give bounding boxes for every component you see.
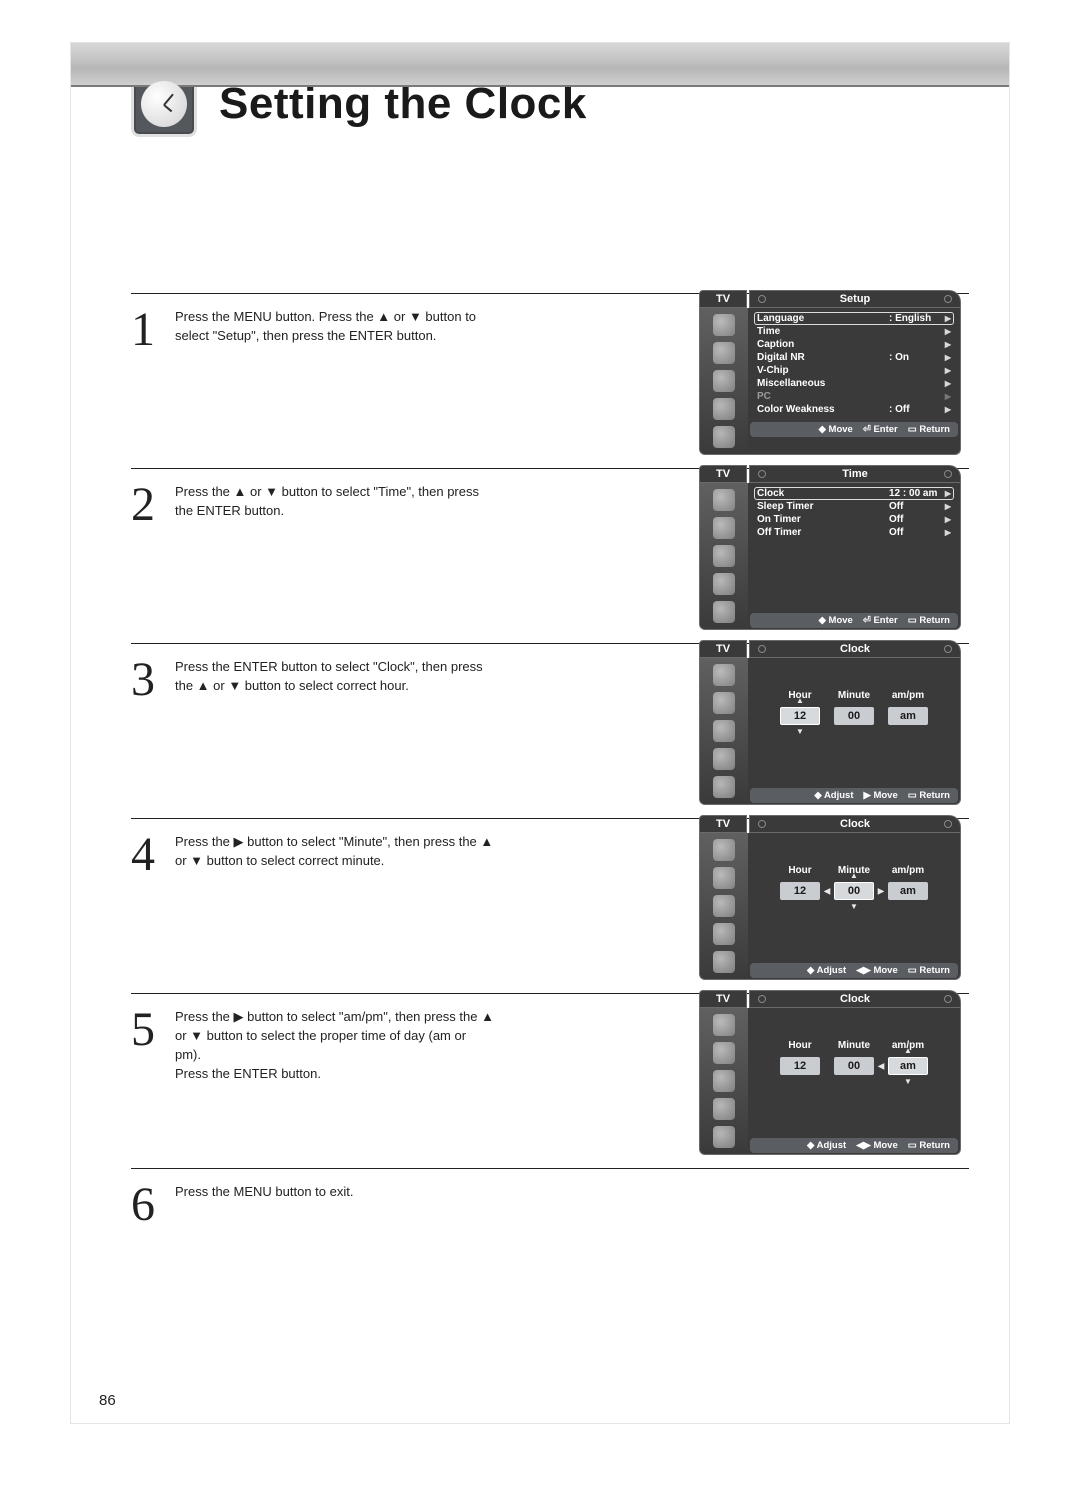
osd-legend: ◆ Move ⏎ Enter ▭ Return <box>750 422 958 437</box>
osd-screenshot: TV Clock <box>505 990 969 1168</box>
osd-legend: ◆ Adjust ◀▶ Move ▭ Return <box>750 1138 958 1153</box>
step-number: 1 <box>131 304 175 468</box>
clock-ampm-value[interactable]: am <box>888 882 928 900</box>
rule <box>131 1168 969 1169</box>
menu-row[interactable]: Time▶ <box>754 325 954 338</box>
step-text: Press the ENTER button to select "Clock"… <box>175 654 505 818</box>
osd-side-icon <box>713 664 735 686</box>
osd-side-icon <box>713 1070 735 1092</box>
osd-tv-label: TV <box>699 640 747 658</box>
osd-tv-label: TV <box>699 290 747 308</box>
osd-side-icon <box>713 923 735 945</box>
osd-side-icon <box>713 426 735 448</box>
osd-legend: ◆ Adjust ◀▶ Move ▭ Return <box>750 963 958 978</box>
step: 4 Press the ▶ button to select "Minute",… <box>131 823 969 993</box>
menu-row[interactable]: Language: English▶ <box>754 312 954 325</box>
osd-screenshot: TV Setup Language: English▶ <box>505 290 969 468</box>
osd-side-icon <box>713 1098 735 1120</box>
osd-side-icon <box>713 1014 735 1036</box>
osd-side-icon <box>713 867 735 889</box>
menu-row[interactable]: Off TimerOff▶ <box>754 526 954 539</box>
step-number: 5 <box>131 1004 175 1168</box>
clock-hour-value[interactable]: 12 <box>780 882 820 900</box>
step-number: 6 <box>131 1179 175 1233</box>
clock-ampm-value[interactable]: am <box>888 707 928 725</box>
osd-tv-label: TV <box>699 465 747 483</box>
osd-side-icon <box>713 839 735 861</box>
clock-hour-value[interactable]: ▲12▼ <box>780 707 820 725</box>
menu-row[interactable]: Miscellaneous▶ <box>754 377 954 390</box>
osd-side-icon <box>713 720 735 742</box>
osd-tv-label: TV <box>699 990 747 1008</box>
step-text: Press the ▶ button to select "am/pm", th… <box>175 1004 505 1168</box>
step-text: Press the ▶ button to select "Minute", t… <box>175 829 505 993</box>
step: 6 Press the MENU button to exit. <box>131 1173 969 1233</box>
osd-side-icon <box>713 342 735 364</box>
osd-screenshot: TV Clock <box>505 815 969 993</box>
page-number: 86 <box>99 1392 116 1409</box>
osd-side-icon <box>713 951 735 973</box>
osd-screenshot: TV Time Clock12 : 00 am▶ <box>505 465 969 643</box>
page-frame: Setting the Clock 1 Press the MENU butto… <box>70 42 1010 1424</box>
menu-row[interactable]: V-Chip▶ <box>754 364 954 377</box>
osd-side-icon <box>713 748 735 770</box>
step: 2 Press the ▲ or ▼ button to select "Tim… <box>131 473 969 643</box>
osd-legend: ◆ Adjust ▶ Move ▭ Return <box>750 788 958 803</box>
menu-row: PC▶ <box>754 390 954 403</box>
step-number: 3 <box>131 654 175 818</box>
osd-title: Setup <box>749 290 961 308</box>
clock-col-minute: Minute <box>834 690 874 701</box>
osd-side-icon <box>713 601 735 623</box>
clock-col-ampm: am/pm <box>888 690 928 701</box>
osd-side-icon <box>713 1126 735 1148</box>
step-text: Press the MENU button. Press the ▲ or ▼ … <box>175 304 505 468</box>
osd-side-icon <box>713 692 735 714</box>
step-number: 4 <box>131 829 175 993</box>
clock-minute-value[interactable]: 00 <box>834 1057 874 1075</box>
step-text: Press the ▲ or ▼ button to select "Time"… <box>175 479 505 643</box>
top-chrome-bar <box>71 43 1009 85</box>
clock-minute-value[interactable]: ▲◀00▶▼ <box>834 882 874 900</box>
osd-side-icon <box>713 314 735 336</box>
osd-title: Time <box>749 465 961 483</box>
step: 3 Press the ENTER button to select "Cloc… <box>131 648 969 818</box>
menu-row[interactable]: Clock12 : 00 am▶ <box>754 487 954 500</box>
menu-row[interactable]: Color Weakness: Off▶ <box>754 403 954 416</box>
step-text: Press the MENU button to exit. <box>175 1179 505 1233</box>
osd-side-icon <box>713 545 735 567</box>
step: 1 Press the MENU button. Press the ▲ or … <box>131 298 969 468</box>
osd-side-icon <box>713 776 735 798</box>
osd-screenshot: TV Clock <box>505 640 969 818</box>
menu-row[interactable]: Caption▶ <box>754 338 954 351</box>
step: 5 Press the ▶ button to select "am/pm", … <box>131 998 969 1168</box>
osd-tv-label: TV <box>699 815 747 833</box>
clock-hour-value[interactable]: 12 <box>780 1057 820 1075</box>
osd-side-icon <box>713 895 735 917</box>
osd-side-icon <box>713 1042 735 1064</box>
osd-legend: ◆ Move ⏎ Enter ▭ Return <box>750 613 958 628</box>
osd-side-icon <box>713 489 735 511</box>
menu-row[interactable]: On TimerOff▶ <box>754 513 954 526</box>
clock-minute-value[interactable]: 00 <box>834 707 874 725</box>
osd-side-icon <box>713 370 735 392</box>
osd-title: Clock <box>749 815 961 833</box>
menu-row[interactable]: Digital NR: On▶ <box>754 351 954 364</box>
osd-side-icon <box>713 517 735 539</box>
osd-title: Clock <box>749 640 961 658</box>
steps-container: 1 Press the MENU button. Press the ▲ or … <box>131 293 969 1233</box>
clock-ampm-value[interactable]: ▲◀am▼ <box>888 1057 928 1075</box>
osd-side-icon <box>713 573 735 595</box>
osd-title: Clock <box>749 990 961 1008</box>
step-number: 2 <box>131 479 175 643</box>
menu-row[interactable]: Sleep TimerOff▶ <box>754 500 954 513</box>
osd-side-icon <box>713 398 735 420</box>
